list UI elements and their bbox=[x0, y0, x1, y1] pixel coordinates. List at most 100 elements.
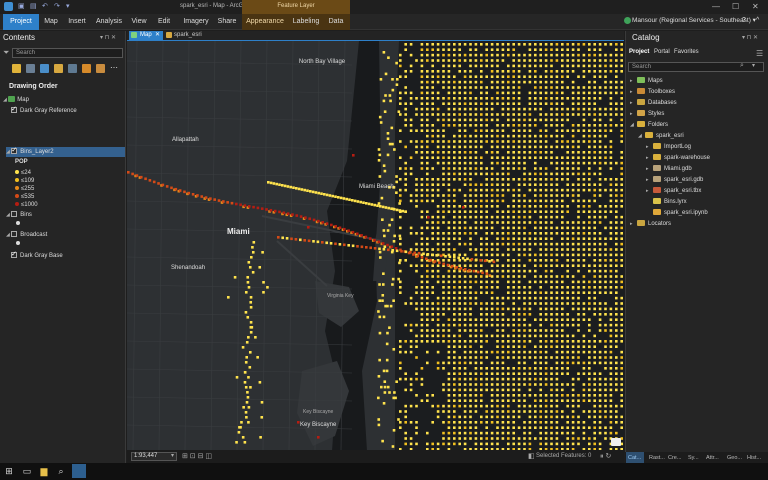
maximize-button[interactable]: ☐ bbox=[732, 2, 739, 11]
status-tools-icons[interactable]: ⊞ ⊡ ⊟ ◫ bbox=[182, 452, 212, 460]
more-options-icon[interactable]: ⋯ bbox=[110, 63, 118, 72]
layer-map[interactable]: ◢ Map bbox=[3, 95, 29, 105]
tab-insert[interactable]: Insert bbox=[64, 14, 90, 30]
bin-point bbox=[544, 140, 548, 143]
visibility-checkbox[interactable] bbox=[11, 105, 17, 115]
tab-symbology[interactable]: Sy... bbox=[688, 455, 699, 461]
bin-point bbox=[598, 253, 602, 257]
bin-point bbox=[615, 48, 618, 51]
list-by-source-icon[interactable] bbox=[26, 64, 35, 73]
layer-bins-layer2[interactable]: ◢ Bins_Layer2 bbox=[6, 146, 125, 157]
filter-icon[interactable]: ⏷ bbox=[3, 48, 9, 58]
catalog-item-folders[interactable]: ◢ Folders bbox=[630, 120, 668, 131]
catalog-item-importlog[interactable]: ▸ ImportLog bbox=[646, 142, 691, 153]
contents-search-input[interactable]: Search bbox=[12, 48, 123, 58]
bin-point bbox=[604, 64, 607, 68]
tab-catalog[interactable]: Cat... bbox=[628, 455, 641, 461]
bin-point bbox=[404, 70, 407, 73]
tab-raster[interactable]: Rast... bbox=[649, 455, 665, 461]
catalog-tab-favorites[interactable]: Favorites bbox=[674, 49, 699, 55]
list-by-selection-icon[interactable] bbox=[40, 64, 49, 73]
list-by-editing-icon[interactable] bbox=[54, 64, 63, 73]
pane-options-icon[interactable]: ▾ ⊓ ✕ bbox=[742, 34, 758, 41]
tab-geoprocessing[interactable]: Geo... bbox=[727, 455, 742, 461]
search-icon[interactable]: ⌕ bbox=[740, 62, 744, 70]
search-icon[interactable]: ⌕ bbox=[55, 465, 67, 477]
catalog-item-notebook[interactable]: spark_esri.ipynb bbox=[646, 208, 708, 219]
tab-share[interactable]: Share bbox=[215, 14, 239, 30]
customize-dropdown-icon[interactable]: ▾ bbox=[66, 2, 70, 10]
layer-dark-gray-base[interactable]: Dark Gray Base bbox=[11, 250, 63, 261]
redo-icon[interactable]: ↷ bbox=[54, 2, 60, 10]
catalog-item-styles[interactable]: ▸ Styles bbox=[630, 109, 664, 120]
catalog-item-maps[interactable]: ▸ Maps bbox=[630, 76, 663, 87]
catalog-item-spark-warehouse[interactable]: ▸ spark-warehouse bbox=[646, 153, 710, 164]
list-by-labeling-icon[interactable] bbox=[82, 64, 91, 73]
map-canvas[interactable]: North Bay Village Allapattah Miami Beach… bbox=[127, 41, 624, 450]
bin-point bbox=[469, 91, 472, 95]
signed-in-user[interactable]: Mansour (Regional Services - Southeast) … bbox=[632, 16, 756, 24]
bin-point bbox=[517, 410, 521, 413]
bin-point bbox=[496, 264, 499, 267]
help-button[interactable]: ? bbox=[742, 17, 746, 24]
layer-broadcast[interactable]: ◢ Broadcast bbox=[6, 230, 47, 240]
catalog-item-databases[interactable]: ▸ Databases bbox=[630, 98, 677, 109]
tab-create[interactable]: Cre... bbox=[668, 455, 681, 461]
tab-imagery[interactable]: Imagery bbox=[180, 14, 212, 30]
list-by-perspective-icon[interactable] bbox=[96, 64, 105, 73]
tab-data[interactable]: Data bbox=[326, 14, 346, 30]
catalog-item-spark-esri-folder[interactable]: ◢ spark_esri bbox=[638, 131, 684, 142]
visibility-checkbox[interactable] bbox=[11, 146, 18, 156]
tab-spark-esri-notebook[interactable]: spark_esri bbox=[165, 31, 202, 39]
catalog-item-spark-esri-tbx[interactable]: ▸ spark_esri.tbx bbox=[646, 186, 701, 197]
list-by-snapping-icon[interactable] bbox=[68, 64, 77, 73]
minimize-button[interactable]: — bbox=[712, 2, 720, 11]
catalog-item-spark-esri-gdb[interactable]: ▸ spark_esri.gdb bbox=[646, 175, 703, 186]
catalog-tab-portal[interactable]: Portal bbox=[654, 49, 670, 55]
layer-dark-gray-reference[interactable]: Dark Gray Reference bbox=[11, 105, 77, 116]
tab-view[interactable]: View bbox=[128, 14, 150, 30]
open-icon[interactable]: ▤ bbox=[30, 2, 37, 10]
list-by-drawing-order-icon[interactable] bbox=[12, 64, 21, 73]
bin-point bbox=[539, 183, 542, 186]
start-icon[interactable]: ⊞ bbox=[3, 465, 15, 477]
bin-point bbox=[469, 205, 472, 208]
pane-options-icon[interactable]: ▾ ⊓ ✕ bbox=[100, 34, 116, 41]
map-view[interactable]: North Bay Village Allapattah Miami Beach… bbox=[127, 40, 624, 450]
catalog-item-toolboxes[interactable]: ▸ Toolboxes bbox=[630, 87, 675, 98]
tab-edit[interactable]: Edit bbox=[154, 14, 174, 30]
catalog-item-miami-gdb[interactable]: ▸ Miami.gdb bbox=[646, 164, 692, 175]
bin-point bbox=[415, 183, 418, 186]
bin-point bbox=[512, 91, 515, 95]
navigator-icon[interactable] bbox=[611, 438, 621, 446]
visibility-checkbox[interactable] bbox=[11, 231, 18, 238]
bin-point bbox=[620, 215, 623, 219]
visibility-checkbox[interactable] bbox=[11, 211, 18, 218]
tab-project[interactable]: Project bbox=[3, 14, 39, 30]
tab-appearance[interactable]: Appearance bbox=[246, 14, 284, 30]
save-icon[interactable]: ▣ bbox=[18, 2, 25, 10]
scale-dropdown-icon[interactable]: ▾ bbox=[171, 452, 174, 459]
catalog-tab-project[interactable]: Project bbox=[629, 49, 649, 55]
catalog-menu-icon[interactable]: ☰ bbox=[756, 49, 763, 58]
task-view-icon[interactable]: ▭ bbox=[21, 465, 33, 477]
tab-map[interactable]: Map bbox=[40, 14, 62, 30]
pause-drawing-icon[interactable]: ⏸ ↻ bbox=[600, 452, 611, 461]
selected-features-count[interactable]: Selected Features: 0 bbox=[536, 453, 591, 459]
collapse-ribbon-button[interactable]: ^ bbox=[756, 17, 759, 24]
tab-analysis[interactable]: Analysis bbox=[93, 14, 125, 30]
bin-point bbox=[555, 307, 559, 311]
tab-labeling[interactable]: Labeling bbox=[290, 14, 322, 30]
undo-icon[interactable]: ↶ bbox=[42, 2, 48, 10]
close-button[interactable]: ✕ bbox=[752, 2, 759, 11]
arcgis-pro-taskbar-icon[interactable] bbox=[72, 464, 86, 478]
close-map-tab-icon[interactable]: ✕ bbox=[155, 31, 160, 38]
tab-attributes[interactable]: Attr... bbox=[706, 455, 719, 461]
bin-point bbox=[528, 323, 532, 327]
catalog-item-bins-lyrx[interactable]: Bins.lyrx bbox=[646, 197, 687, 208]
file-explorer-icon[interactable]: ▆ bbox=[38, 465, 50, 477]
tab-history[interactable]: Hist... bbox=[747, 455, 761, 461]
search-dropdown-icon[interactable]: ▾ bbox=[752, 62, 755, 69]
visibility-checkbox[interactable] bbox=[11, 250, 17, 260]
catalog-item-locators[interactable]: ▸ Locators bbox=[630, 219, 671, 230]
